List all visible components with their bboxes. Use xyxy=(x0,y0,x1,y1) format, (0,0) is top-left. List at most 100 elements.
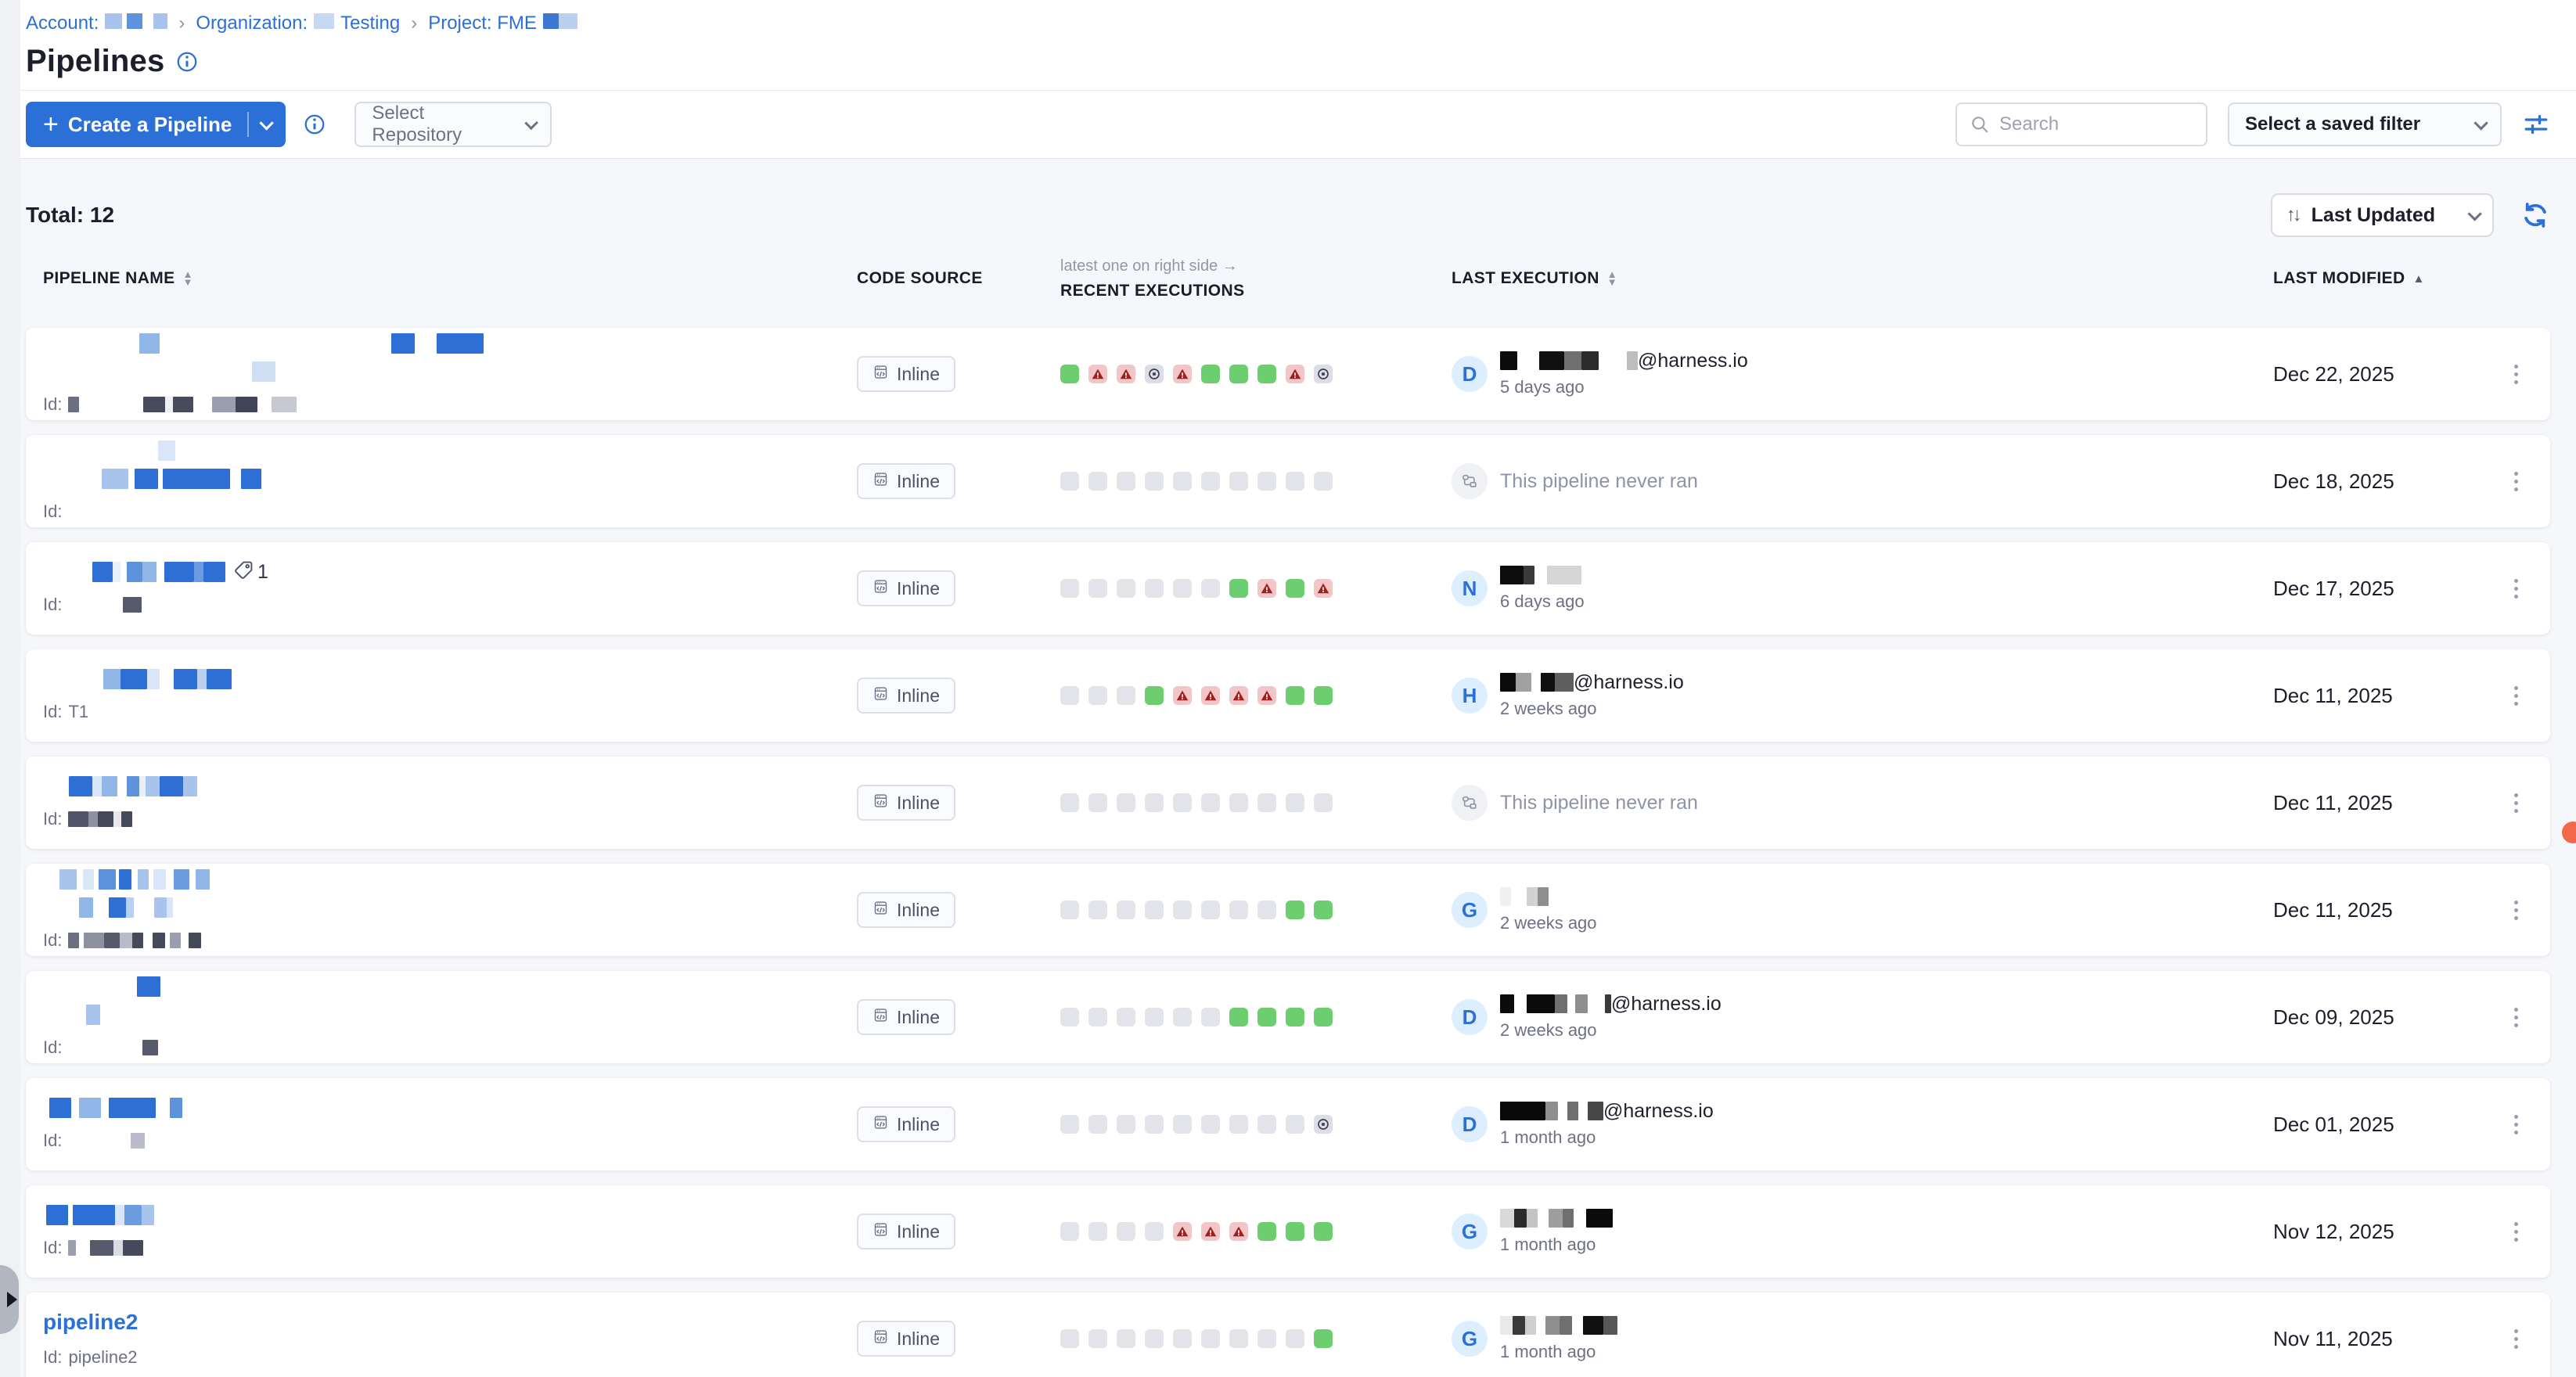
execution-status-failed[interactable] xyxy=(1201,686,1220,705)
execution-status-failed[interactable] xyxy=(1088,365,1107,383)
pipelines-info-icon[interactable] xyxy=(175,50,199,74)
row-menu-kebab-icon[interactable] xyxy=(2500,1214,2531,1249)
pipeline-row[interactable]: Id:InlineThis pipeline never ranDec 11, … xyxy=(26,757,2550,849)
execution-status-success[interactable] xyxy=(1229,365,1248,383)
row-menu-kebab-icon[interactable] xyxy=(2500,571,2531,606)
filter-settings-icon[interactable] xyxy=(2522,110,2550,138)
saved-filter-dropdown[interactable]: Select a saved filter xyxy=(2228,102,2502,146)
inline-code-source-badge[interactable]: Inline xyxy=(857,356,955,392)
tags-indicator[interactable]: 1 xyxy=(233,559,268,584)
row-menu-kebab-icon[interactable] xyxy=(2500,1321,2531,1357)
row-menu-kebab-icon[interactable] xyxy=(2500,1107,2531,1142)
row-menu-kebab-icon[interactable] xyxy=(2500,893,2531,928)
execution-status-success[interactable] xyxy=(1201,365,1220,383)
sort-arrows-icon[interactable]: ▲▼ xyxy=(1607,271,1617,286)
execution-status-success[interactable] xyxy=(1257,1222,1276,1241)
user-avatar[interactable]: H xyxy=(1452,678,1488,714)
execution-status-empty xyxy=(1229,1329,1248,1348)
execution-status-success[interactable] xyxy=(1229,1008,1248,1026)
pipeline-row[interactable]: Id:InlineD@harness.io5 days agoDec 22, 2… xyxy=(26,328,2550,420)
execution-status-failed[interactable] xyxy=(1173,686,1192,705)
row-menu-kebab-icon[interactable] xyxy=(2500,464,2531,499)
execution-status-aborted[interactable] xyxy=(1314,1115,1333,1134)
breadcrumb-account-link[interactable]: Account: xyxy=(26,13,167,34)
search-input[interactable] xyxy=(1999,113,2193,135)
refresh-icon[interactable] xyxy=(2520,200,2550,230)
execution-status-success[interactable] xyxy=(1257,365,1276,383)
inline-code-source-badge[interactable]: Inline xyxy=(857,892,955,928)
execution-status-failed[interactable] xyxy=(1173,1222,1192,1241)
execution-status-success[interactable] xyxy=(1060,365,1079,383)
pipeline-row[interactable]: Id:T1InlineH@harness.io2 weeks agoDec 11… xyxy=(26,649,2550,742)
execution-status-success[interactable] xyxy=(1286,686,1304,705)
execution-status-failed[interactable] xyxy=(1229,1222,1248,1241)
execution-status-success[interactable] xyxy=(1314,686,1333,705)
row-menu-kebab-icon[interactable] xyxy=(2500,678,2531,714)
pipeline-row[interactable]: Id:InlineG1 month agoNov 12, 2025 xyxy=(26,1185,2550,1278)
select-repository-dropdown[interactable]: Select Repository xyxy=(354,102,552,147)
create-pipeline-button[interactable]: + Create a Pipeline xyxy=(26,102,286,147)
row-menu-kebab-icon[interactable] xyxy=(2500,1000,2531,1035)
chevron-down-icon[interactable] xyxy=(260,116,274,130)
search-box[interactable] xyxy=(1955,102,2207,146)
execution-status-aborted[interactable] xyxy=(1314,365,1333,383)
inline-code-source-badge[interactable]: Inline xyxy=(857,1106,955,1142)
inline-code-source-badge[interactable]: Inline xyxy=(857,678,955,714)
sort-dropdown[interactable]: ↑↓ Last Updated xyxy=(2271,193,2494,237)
inline-code-source-badge[interactable]: Inline xyxy=(857,785,955,821)
execution-status-empty xyxy=(1088,1115,1107,1134)
execution-status-success[interactable] xyxy=(1314,1222,1333,1241)
execution-status-failed[interactable] xyxy=(1286,365,1304,383)
user-avatar[interactable]: D xyxy=(1452,1106,1488,1142)
column-header-last-execution[interactable]: LAST EXECUTION ▲▼ xyxy=(1452,269,2273,288)
execution-status-success[interactable] xyxy=(1145,686,1164,705)
pipeline-row[interactable]: Id:InlineG2 weeks agoDec 11, 2025 xyxy=(26,864,2550,956)
user-avatar[interactable]: D xyxy=(1452,356,1488,392)
pipeline-row[interactable]: Id:InlineD@harness.io2 weeks agoDec 09, … xyxy=(26,971,2550,1063)
execution-status-success[interactable] xyxy=(1314,1008,1333,1026)
row-menu-kebab-icon[interactable] xyxy=(2500,786,2531,821)
execution-status-success[interactable] xyxy=(1229,579,1248,598)
execution-status-success[interactable] xyxy=(1314,901,1333,919)
pipeline-row[interactable]: Id:InlineD@harness.io1 month agoDec 01, … xyxy=(26,1078,2550,1170)
inline-code-source-badge[interactable]: Inline xyxy=(857,1321,955,1357)
execution-status-success[interactable] xyxy=(1286,901,1304,919)
pipeline-name-link[interactable]: pipeline2 xyxy=(43,1310,857,1335)
pipeline-row[interactable]: 1Id:InlineN6 days agoDec 17, 2025 xyxy=(26,542,2550,635)
redacted-blocks xyxy=(543,13,577,29)
execution-status-failed[interactable] xyxy=(1314,579,1333,598)
breadcrumb-organization-link[interactable]: Organization: Testing xyxy=(196,13,400,34)
inline-code-source-badge[interactable]: Inline xyxy=(857,1213,955,1249)
sort-arrows-icon[interactable]: ▲▼ xyxy=(183,271,193,286)
execution-status-success[interactable] xyxy=(1286,579,1304,598)
create-pipeline-info-icon[interactable] xyxy=(303,113,326,136)
execution-status-success[interactable] xyxy=(1286,1008,1304,1026)
breadcrumb-project-link[interactable]: Project: FME xyxy=(428,13,577,34)
pipeline-row[interactable]: Id:InlineThis pipeline never ranDec 18, … xyxy=(26,435,2550,527)
column-header-last-modified[interactable]: LAST MODIFIED ▲ xyxy=(2273,269,2500,288)
execution-status-failed[interactable] xyxy=(1229,686,1248,705)
execution-status-aborted[interactable] xyxy=(1145,365,1164,383)
execution-status-empty xyxy=(1060,1008,1079,1026)
execution-status-success[interactable] xyxy=(1314,1329,1333,1348)
inline-code-source-badge[interactable]: Inline xyxy=(857,570,955,606)
row-actions-cell xyxy=(2500,357,2550,392)
inline-code-source-badge[interactable]: Inline xyxy=(857,999,955,1035)
user-avatar[interactable]: G xyxy=(1452,1213,1488,1249)
execution-status-failed[interactable] xyxy=(1173,365,1192,383)
inline-code-source-badge[interactable]: Inline xyxy=(857,463,955,499)
user-avatar[interactable]: D xyxy=(1452,999,1488,1035)
user-avatar[interactable]: G xyxy=(1452,892,1488,928)
nav-expand-handle[interactable] xyxy=(0,1265,19,1334)
execution-status-failed[interactable] xyxy=(1117,365,1135,383)
row-menu-kebab-icon[interactable] xyxy=(2500,357,2531,392)
execution-status-failed[interactable] xyxy=(1257,686,1276,705)
user-avatar[interactable]: N xyxy=(1452,570,1488,606)
execution-status-failed[interactable] xyxy=(1201,1222,1220,1241)
execution-status-success[interactable] xyxy=(1257,1008,1276,1026)
user-avatar[interactable]: G xyxy=(1452,1321,1488,1357)
column-header-pipeline-name[interactable]: PIPELINE NAME ▲▼ xyxy=(43,269,857,288)
execution-status-failed[interactable] xyxy=(1257,579,1276,598)
pipeline-row[interactable]: pipeline2Id:pipeline2InlineG1 month agoN… xyxy=(26,1293,2550,1377)
execution-status-success[interactable] xyxy=(1286,1222,1304,1241)
